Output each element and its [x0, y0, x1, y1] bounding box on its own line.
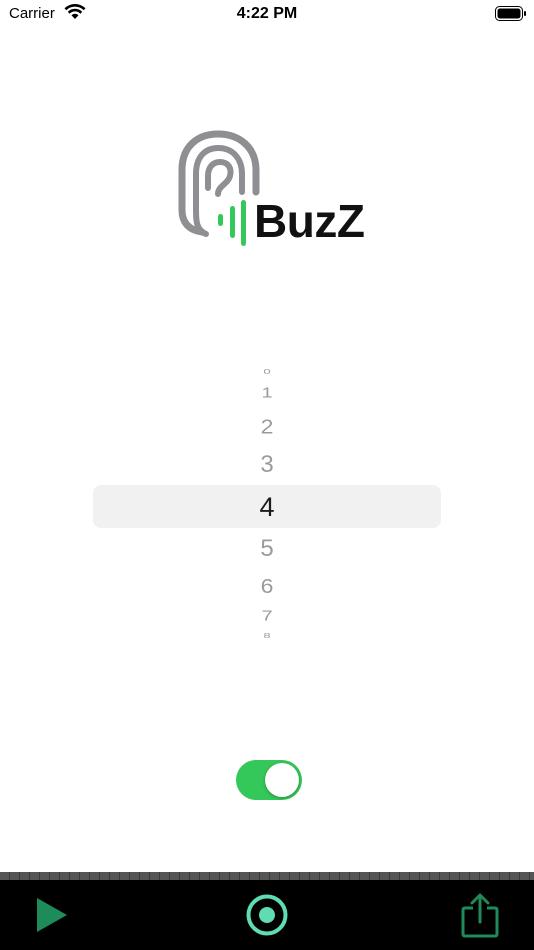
- status-bar: Carrier 4:22 PM: [0, 0, 534, 28]
- toolbar-divider-strip: [0, 872, 534, 880]
- picker-item[interactable]: 0: [93, 367, 441, 375]
- status-time: 4:22 PM: [236, 5, 298, 22]
- picker-item[interactable]: 1: [93, 385, 441, 402]
- number-picker[interactable]: 0 1 2 3 4 5 6 7 8: [93, 360, 441, 650]
- toggle-switch[interactable]: [236, 760, 302, 800]
- play-icon: [37, 898, 67, 932]
- share-icon: [461, 893, 499, 938]
- share-button[interactable]: [450, 880, 510, 950]
- picker-item[interactable]: 3: [93, 451, 441, 479]
- app-name: BuzZ: [254, 195, 365, 247]
- picker-item[interactable]: 2: [93, 414, 441, 438]
- picker-item[interactable]: 5: [93, 535, 441, 563]
- picker-item[interactable]: 6: [93, 574, 441, 598]
- record-button[interactable]: [236, 880, 298, 950]
- bottom-toolbar: [0, 880, 534, 950]
- picker-item[interactable]: 7: [93, 608, 441, 625]
- battery-icon: [495, 6, 527, 27]
- record-icon: [246, 894, 288, 936]
- play-button[interactable]: [20, 880, 82, 950]
- picker-item[interactable]: 8: [93, 631, 441, 639]
- picker-item-selected[interactable]: 4: [93, 492, 441, 523]
- toggle-knob: [265, 763, 299, 797]
